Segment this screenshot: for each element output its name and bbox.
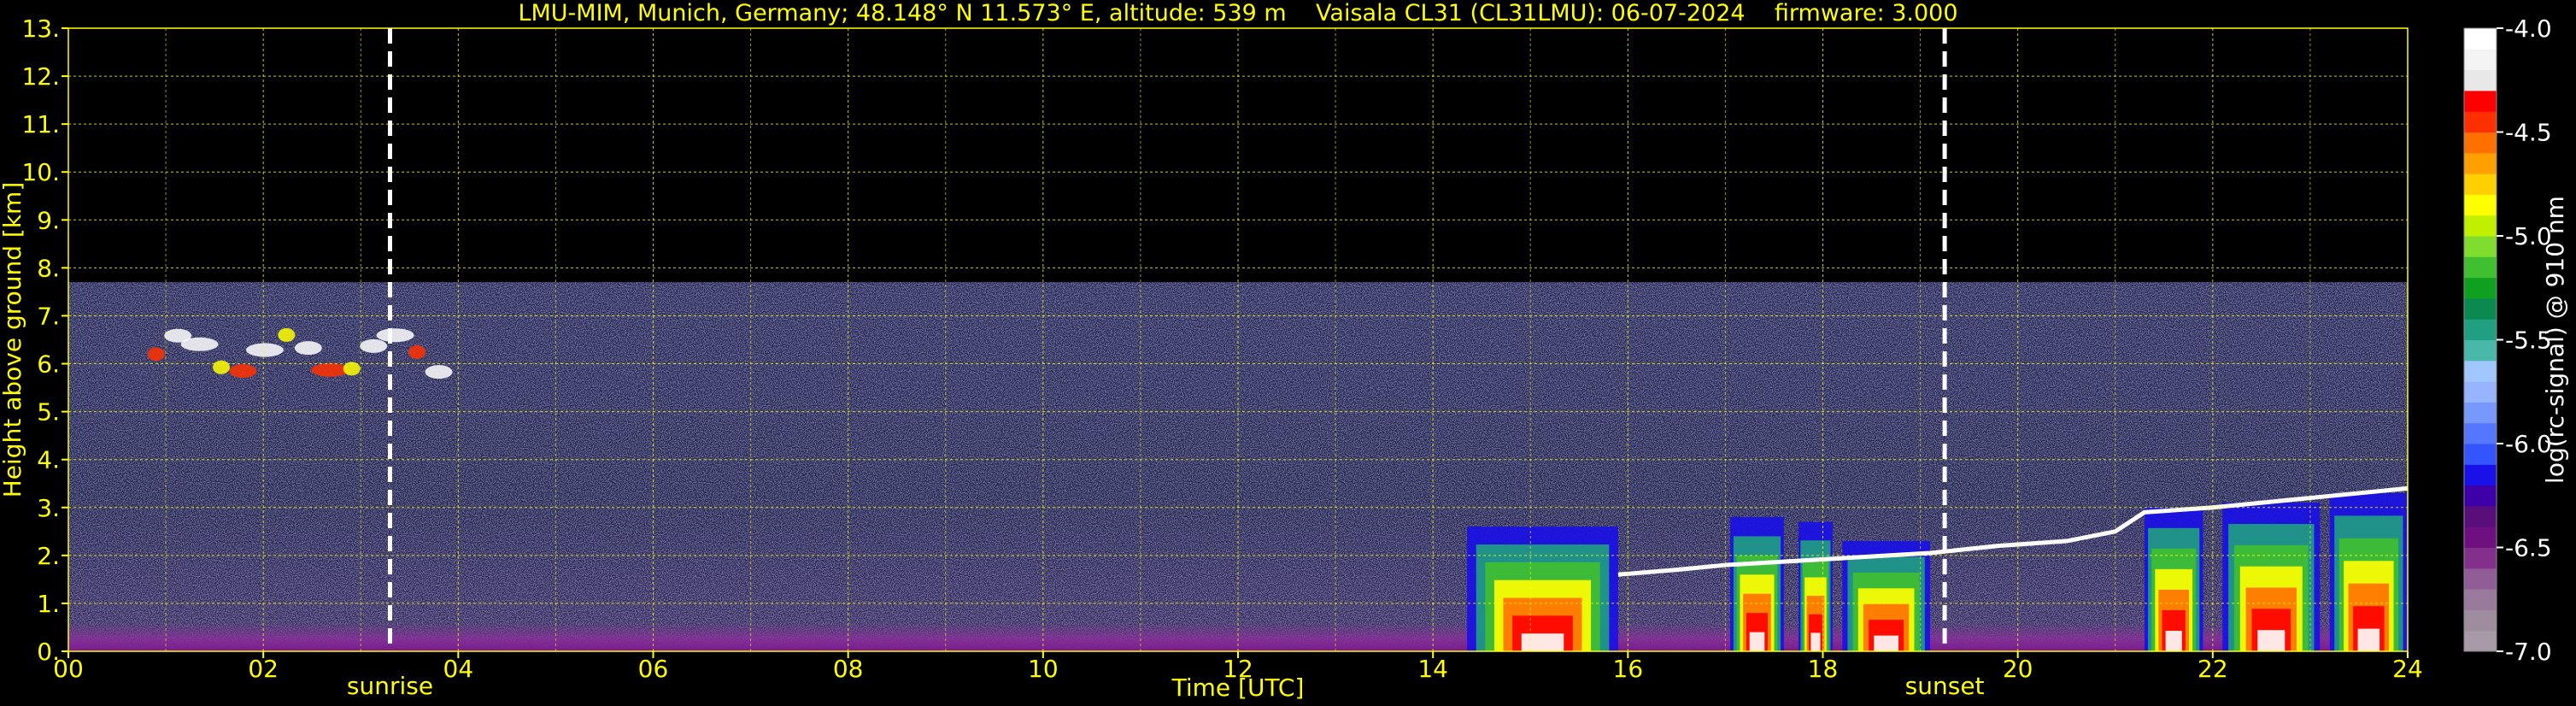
colorbar-segment (2464, 630, 2497, 652)
y-tick-label: 5. (37, 398, 60, 427)
convective-plume (2165, 630, 2182, 651)
colorbar-tick-label: -6.5 (2505, 534, 2552, 562)
x-tick-label: 08 (833, 655, 864, 683)
colorbar-segment (2464, 90, 2497, 112)
colorbar-tick-label: -4.5 (2505, 119, 2552, 147)
colorbar-segment (2464, 111, 2497, 132)
convective-plume (1874, 635, 1899, 651)
colorbar-segment (2464, 402, 2497, 424)
y-axis-label: Height above ground [km] (0, 182, 26, 498)
y-tick-label: 6. (37, 350, 60, 379)
colorbar-segment (2464, 381, 2497, 403)
colorbar-segment (2464, 49, 2497, 71)
colorbar-label: log(rc-signal) @ 910 nm (2541, 196, 2569, 484)
colorbar-segment (2464, 609, 2497, 632)
y-tick-label: 2. (37, 542, 60, 570)
colorbar-tick-label: -4.0 (2505, 15, 2552, 43)
cirrus-blob (213, 360, 231, 374)
colorbar-segment (2464, 28, 2497, 50)
x-tick-label: 00 (53, 655, 84, 683)
y-tick-label: 3. (37, 494, 60, 522)
y-tick-label: 10. (21, 158, 60, 186)
colorbar-tick-label: -7.0 (2505, 638, 2552, 666)
x-tick-label: 24 (2392, 655, 2423, 683)
chart-title: LMU-MIM, Munich, Germany; 48.148° N 11.5… (518, 0, 1957, 26)
cirrus-blob (278, 327, 296, 342)
colorbar-segment (2464, 297, 2497, 320)
y-tick-label: 7. (37, 302, 60, 330)
colorbar-segment (2464, 236, 2497, 257)
colorbar-segment (2464, 277, 2497, 299)
cirrus-blob (229, 364, 257, 379)
colorbar-segment (2464, 319, 2497, 340)
colorbar-segment (2464, 505, 2497, 527)
cirrus-blob (376, 328, 414, 343)
y-tick-label: 13. (21, 15, 60, 43)
colorbar-segment (2464, 485, 2497, 507)
event-label-sunset: sunset (1905, 672, 1985, 700)
cirrus-blob (311, 362, 349, 377)
x-tick-label: 16 (1613, 655, 1644, 683)
x-tick-label: 22 (2198, 655, 2228, 683)
convective-plume (1749, 632, 1765, 651)
convective-plume (2357, 628, 2380, 651)
x-axis-label: Time [UTC] (1171, 674, 1305, 702)
colorbar-segment (2464, 256, 2497, 279)
ceilometer-chart: sunrise sunset 0.1.2.3.4.5.6.7.8.9.10.11.… (0, 0, 2569, 702)
x-tick-label: 14 (1417, 655, 1448, 683)
colorbar-segment (2464, 444, 2497, 465)
colorbar-segment (2464, 547, 2497, 569)
cirrus-blob (425, 365, 453, 379)
y-tick-label: 1. (37, 590, 60, 618)
y-tick-label: 12. (21, 62, 60, 91)
y-tick-label: 11. (21, 110, 60, 138)
cirrus-blob (147, 347, 165, 362)
colorbar-segment (2464, 589, 2497, 610)
colorbar-segment (2464, 360, 2497, 382)
cirrus-blob (245, 343, 284, 357)
convective-plume (2257, 630, 2286, 651)
y-tick-labels: 0.1.2.3.4.5.6.7.8.9.10.11.12.13. (21, 15, 68, 666)
colorbar-segment (2464, 215, 2497, 237)
cirrus-blob (408, 344, 426, 359)
convective-plume (1521, 633, 1564, 651)
cirrus-blob (360, 338, 388, 353)
cirrus-blob (180, 337, 219, 351)
convective-plume (1810, 632, 1821, 651)
colorbar-segment (2464, 152, 2497, 174)
x-tick-label: 18 (1808, 655, 1839, 683)
x-tick-label: 06 (638, 655, 669, 683)
colorbar-segment (2464, 174, 2497, 195)
colorbar-segment (2464, 194, 2497, 216)
colorbar-segment (2464, 132, 2497, 154)
colorbar-segment (2464, 568, 2497, 590)
x-tick-label: 10 (1028, 655, 1059, 683)
colorbar-segment (2464, 339, 2497, 362)
colorbar-segment (2464, 69, 2497, 91)
colorbar: -4.0-4.5-5.0-5.5-6.0-6.5-7.0 (2463, 15, 2552, 666)
event-label-sunrise: sunrise (347, 672, 433, 700)
colorbar-segment (2464, 422, 2497, 444)
y-tick-label: 4. (37, 446, 60, 474)
x-tick-label: 04 (443, 655, 474, 683)
cirrus-blob (294, 341, 322, 356)
y-tick-label: 8. (37, 254, 60, 282)
x-tick-label: 02 (248, 655, 279, 683)
y-tick-label: 9. (37, 206, 60, 234)
x-tick-label: 20 (2003, 655, 2033, 683)
colorbar-segment (2464, 527, 2497, 548)
colorbar-segment (2464, 464, 2497, 486)
